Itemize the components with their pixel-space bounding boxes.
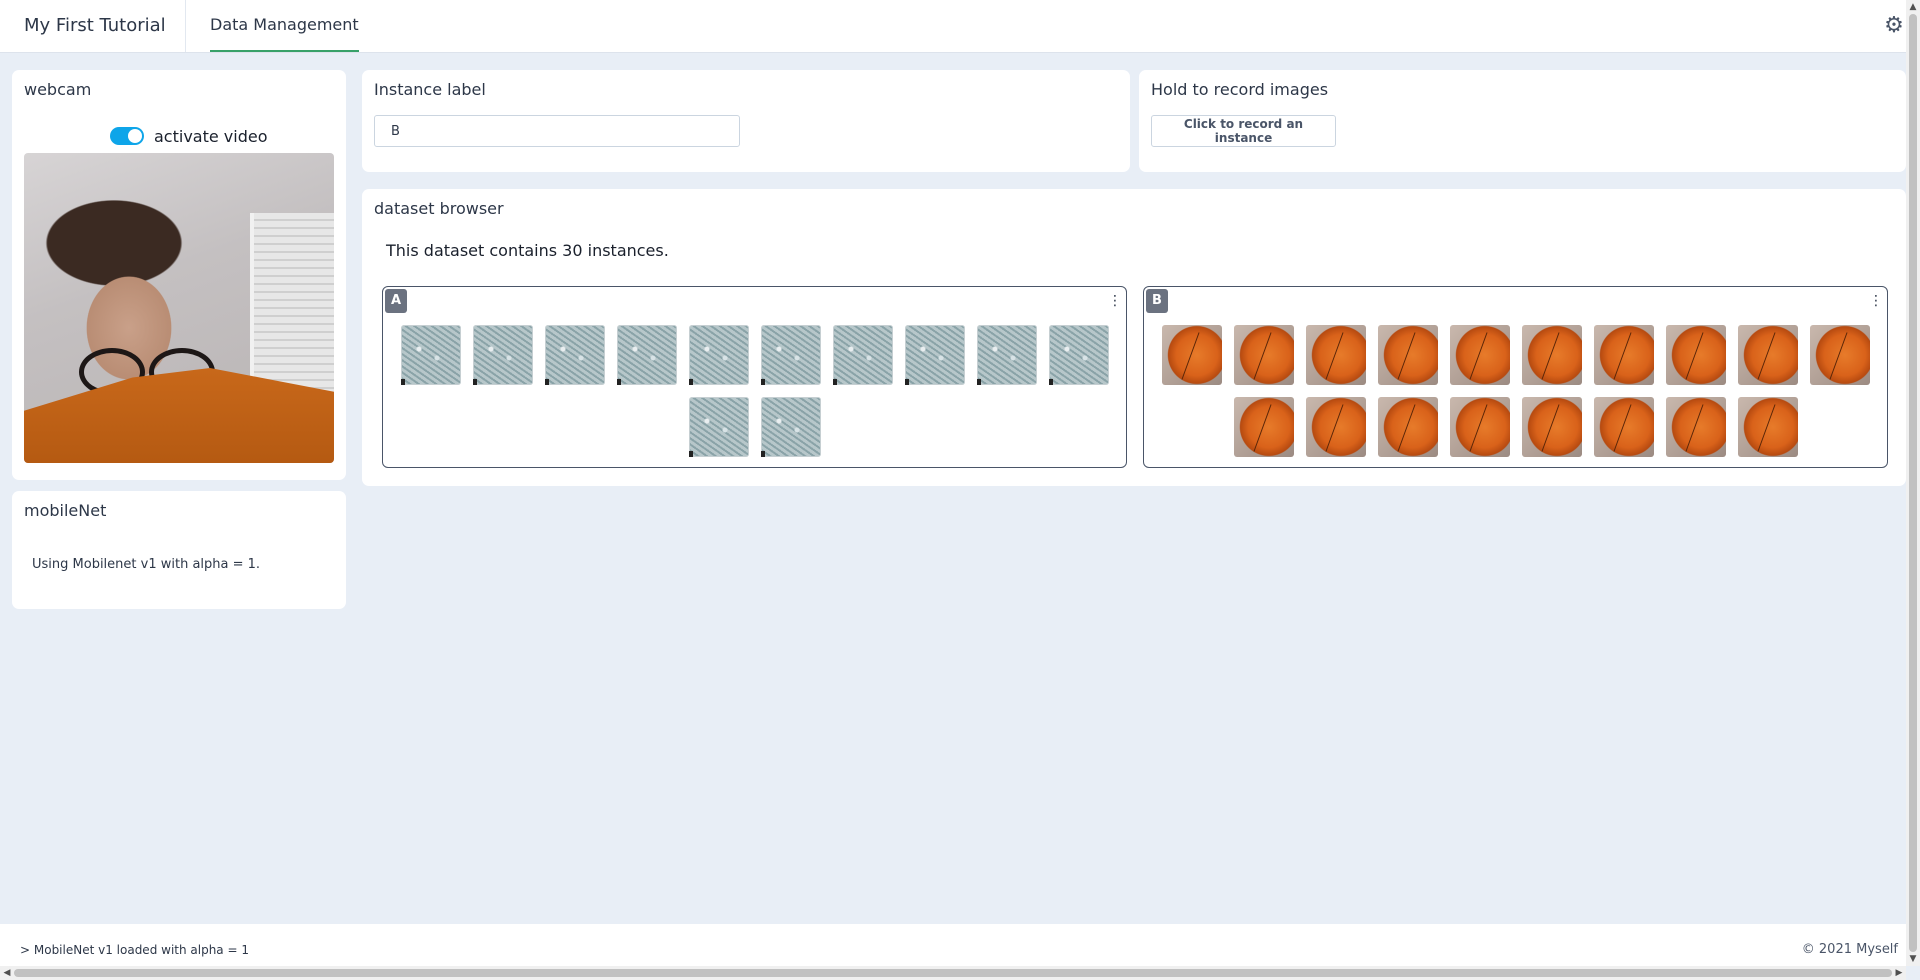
app-title: My First Tutorial (24, 15, 166, 36)
instance-thumbnail[interactable] (472, 325, 533, 385)
class-box-b: B ⋮ (1143, 286, 1888, 468)
instance-thumbnail[interactable] (1593, 325, 1654, 385)
instance-thumbnail[interactable] (1665, 325, 1726, 385)
instance-thumbnail[interactable] (1305, 397, 1366, 457)
dataset-browser-card: dataset browser This dataset contains 30… (362, 189, 1906, 486)
class-a-thumbnails (383, 325, 1126, 457)
footer-copyright: © 2021 Myself (1801, 942, 1898, 957)
dataset-count-text: This dataset contains 30 instances. (386, 241, 669, 260)
instance-thumbnail[interactable] (1521, 325, 1582, 385)
instance-thumbnail[interactable] (832, 325, 893, 385)
class-label-a: A (385, 289, 407, 313)
instance-thumbnail[interactable] (616, 325, 677, 385)
top-bar: My First Tutorial Data Management (0, 0, 1906, 53)
activate-video-toggle[interactable] (110, 127, 144, 145)
instance-thumbnail[interactable] (1737, 397, 1798, 457)
webcam-title: webcam (24, 80, 92, 99)
instance-label-card: Instance label (362, 70, 1130, 172)
activate-video-label: activate video (154, 126, 268, 146)
horizontal-scrollbar[interactable]: ◀ ▶ (0, 966, 1906, 980)
instance-thumbnail[interactable] (1449, 325, 1510, 385)
horizontal-scroll-thumb[interactable] (14, 969, 1892, 977)
more-vertical-icon[interactable]: ⋮ (1108, 292, 1122, 310)
scroll-up-icon[interactable]: ▲ (1906, 0, 1920, 14)
instance-label-title: Instance label (374, 80, 486, 99)
video-toggle-row: activate video (110, 122, 268, 150)
instance-thumbnail[interactable] (1048, 325, 1109, 385)
instance-thumbnail[interactable] (904, 325, 965, 385)
footer: > MobileNet v1 loaded with alpha = 1 © 2… (0, 924, 1906, 966)
header-divider (185, 0, 186, 52)
instance-thumbnail[interactable] (1521, 397, 1582, 457)
mobilenet-title: mobileNet (24, 501, 107, 520)
class-box-a: A ⋮ (382, 286, 1127, 468)
instance-thumbnail[interactable] (400, 325, 461, 385)
instance-thumbnail[interactable] (1449, 397, 1510, 457)
instance-thumbnail[interactable] (1377, 397, 1438, 457)
record-card: Hold to record images Click to record an… (1139, 70, 1906, 172)
scroll-down-icon[interactable]: ▼ (1906, 952, 1920, 966)
gear-icon[interactable]: ⚙ (1882, 14, 1906, 38)
class-label-b: B (1146, 289, 1168, 313)
mobilenet-description: Using Mobilenet v1 with alpha = 1. (32, 557, 261, 572)
instance-thumbnail[interactable] (1665, 397, 1726, 457)
dataset-browser-title: dataset browser (374, 199, 504, 218)
instance-thumbnail[interactable] (760, 325, 821, 385)
instance-thumbnail[interactable] (1233, 397, 1294, 457)
instance-thumbnail[interactable] (760, 397, 821, 457)
webcam-video (24, 153, 334, 463)
instance-thumbnail[interactable] (1305, 325, 1366, 385)
more-vertical-icon[interactable]: ⋮ (1869, 292, 1883, 310)
instance-thumbnail[interactable] (1593, 397, 1654, 457)
instance-thumbnail[interactable] (1737, 325, 1798, 385)
scroll-right-icon[interactable]: ▶ (1892, 966, 1906, 980)
instance-thumbnail[interactable] (544, 325, 605, 385)
instance-thumbnail[interactable] (1377, 325, 1438, 385)
scroll-left-icon[interactable]: ◀ (0, 966, 14, 980)
footer-log: > MobileNet v1 loaded with alpha = 1 (20, 943, 249, 957)
class-b-thumbnails (1144, 325, 1887, 457)
instance-label-input[interactable] (374, 115, 740, 147)
record-title: Hold to record images (1151, 80, 1329, 99)
instance-thumbnail[interactable] (1161, 325, 1222, 385)
tab-data-management[interactable]: Data Management (210, 0, 359, 52)
vertical-scrollbar[interactable]: ▲ ▼ (1906, 0, 1920, 966)
mobilenet-card: mobileNet Using Mobilenet v1 with alpha … (12, 491, 346, 609)
webcam-card: webcam activate video (12, 70, 346, 480)
instance-thumbnail[interactable] (688, 397, 749, 457)
toggle-knob (128, 129, 142, 143)
vertical-scroll-thumb[interactable] (1909, 14, 1917, 952)
record-instance-button[interactable]: Click to record an instance (1151, 115, 1336, 147)
instance-thumbnail[interactable] (688, 325, 749, 385)
instance-thumbnail[interactable] (976, 325, 1037, 385)
instance-thumbnail[interactable] (1809, 325, 1870, 385)
instance-thumbnail[interactable] (1233, 325, 1294, 385)
